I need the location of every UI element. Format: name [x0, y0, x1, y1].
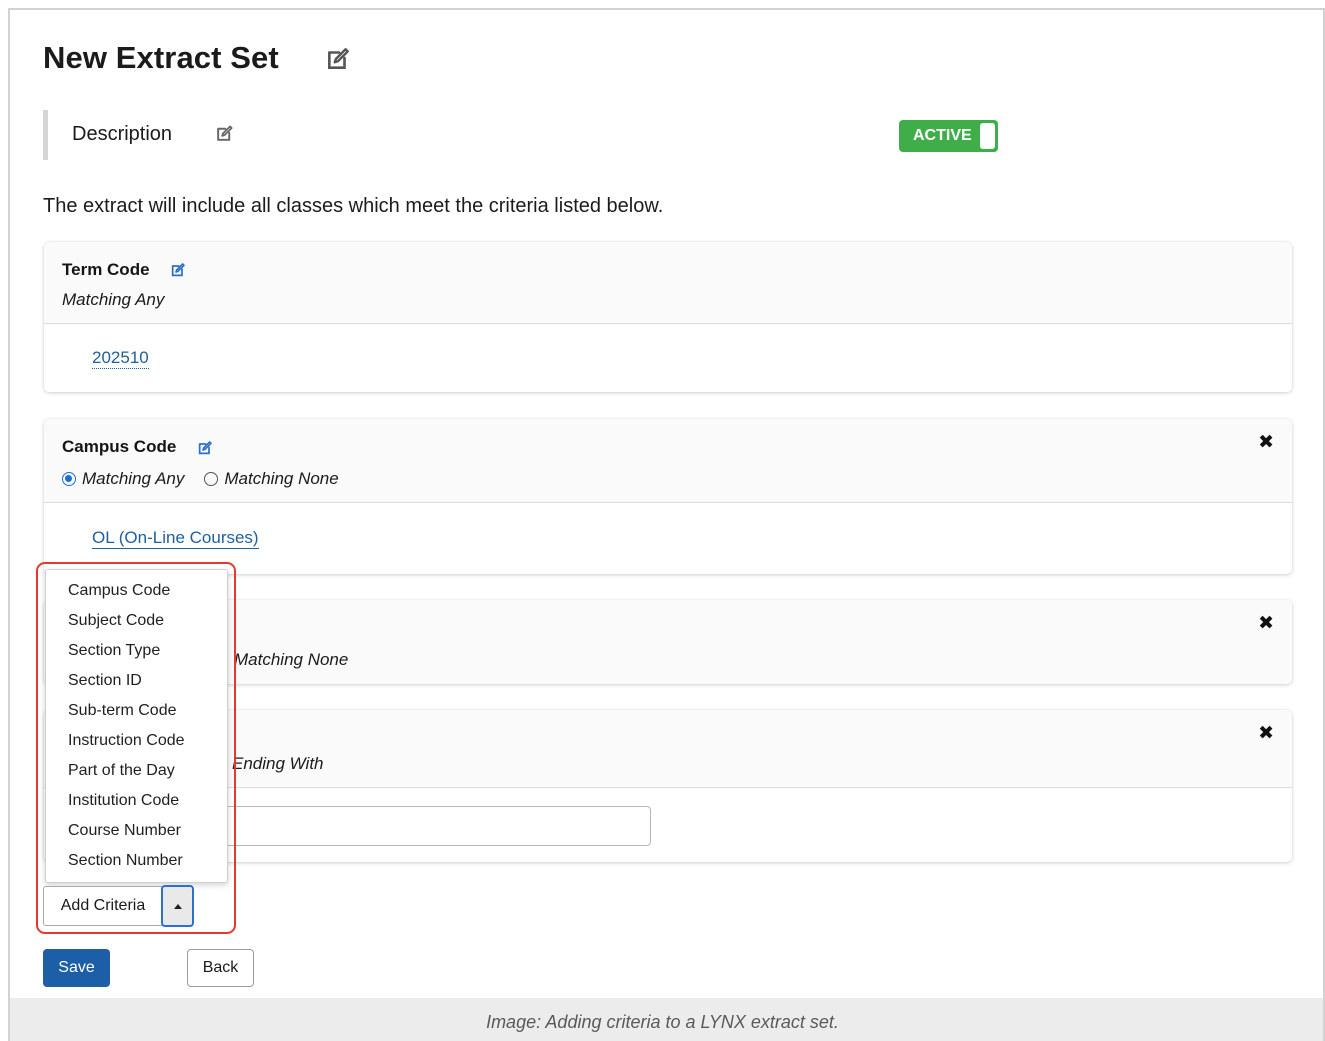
- callout-highlight: [36, 562, 236, 934]
- description-bar: [43, 110, 48, 160]
- close-icon[interactable]: ✖: [1258, 431, 1274, 454]
- card-title: Campus Code: [62, 437, 177, 456]
- campus-code-value-link[interactable]: OL (On-Line Courses): [92, 528, 259, 549]
- save-button[interactable]: Save: [43, 949, 110, 987]
- toggle-knob: [980, 123, 995, 149]
- page-title: New Extract Set: [43, 40, 279, 75]
- card-header: [44, 419, 1292, 503]
- description-label: Description: [72, 123, 173, 145]
- radio-matching-none[interactable]: [204, 472, 219, 486]
- term-code-value-link[interactable]: 202510: [92, 348, 149, 369]
- criteria-card-campus-code: Campus Code ✖ Matching Any Matching None…: [44, 419, 1292, 574]
- match-text: Ending With: [232, 754, 324, 773]
- close-icon[interactable]: ✖: [1258, 612, 1274, 635]
- intro-text: The extract will include all classes whi…: [43, 195, 664, 217]
- radio-matching-any[interactable]: [62, 472, 76, 486]
- match-radio-group: Matching Any Matching None: [62, 469, 339, 489]
- image-caption: Image: Adding criteria to a LYNX extract…: [486, 1012, 839, 1032]
- active-toggle[interactable]: ACTIVE: [899, 120, 998, 152]
- close-icon[interactable]: ✖: [1258, 722, 1274, 745]
- edit-campus-code-icon[interactable]: [197, 440, 213, 456]
- match-text: Matching Any: [62, 290, 165, 309]
- active-toggle-label: ACTIVE: [913, 127, 972, 144]
- edit-description-icon[interactable]: [215, 124, 234, 143]
- criteria-value-input[interactable]: [224, 806, 651, 846]
- card-title: Term Code: [62, 260, 150, 279]
- match-text: Matching None: [234, 650, 349, 669]
- edit-term-code-icon[interactable]: [170, 262, 186, 278]
- criteria-card-term-code: Term Code Matching Any 202510: [44, 242, 1292, 392]
- card-header: [44, 242, 1292, 324]
- back-button[interactable]: Back: [187, 949, 254, 987]
- edit-title-icon[interactable]: [325, 46, 351, 72]
- radio-label-matching-none: Matching None: [224, 469, 339, 488]
- radio-label-matching-any: Matching Any: [82, 469, 185, 488]
